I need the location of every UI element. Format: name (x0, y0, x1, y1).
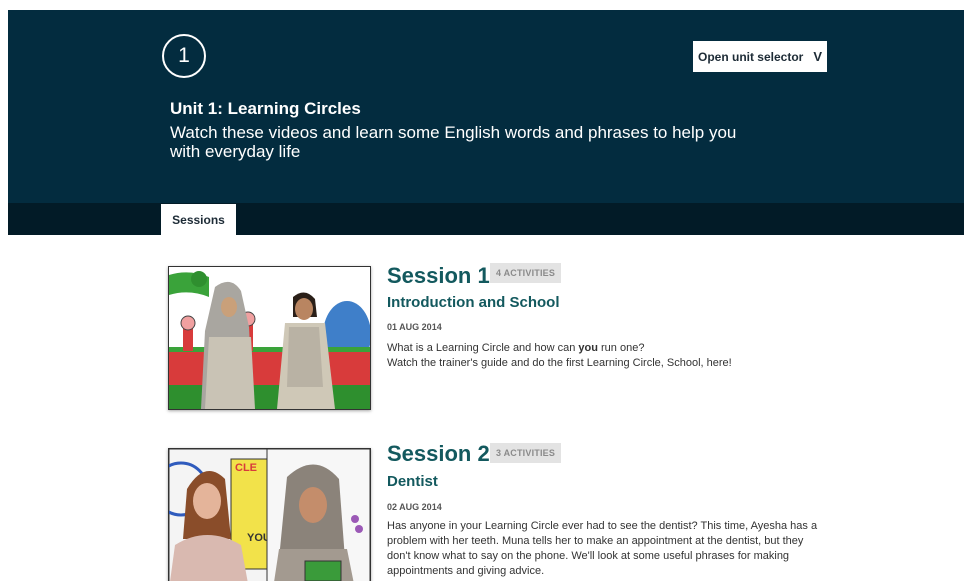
session-1-illustration (169, 267, 370, 409)
unit-description: Watch these videos and learn some Englis… (170, 123, 737, 161)
chevron-down-icon: V (813, 49, 823, 64)
open-unit-selector-button[interactable]: Open unit selector V (693, 41, 827, 72)
unit-number-badge: 1 (162, 34, 206, 78)
session-1-title[interactable]: Session 1 (387, 263, 490, 289)
unit-header (8, 10, 964, 203)
session-2-illustration: CLE YOU (169, 449, 370, 581)
session-1-activities-badge: 4 ACTIVITIES (490, 263, 562, 283)
session-2-date: 02 AUG 2014 (387, 502, 442, 512)
session-2-subtitle[interactable]: Dentist (387, 473, 438, 490)
session-1-desc-part2: run one? (597, 342, 645, 354)
unit-selector-label: Open unit selector (697, 49, 804, 64)
tab-bar (8, 203, 964, 235)
session-2-activities-badge: 3 ACTIVITIES (490, 443, 562, 463)
unit-number: 1 (178, 44, 190, 67)
session-1-subtitle[interactable]: Introduction and School (387, 294, 560, 311)
session-1-desc-part1: What is a Learning Circle and how can (387, 342, 579, 354)
session-2-description: Has anyone in your Learning Circle ever … (387, 520, 818, 577)
session-2-title[interactable]: Session 2 (387, 441, 490, 467)
session-1-thumbnail[interactable] (168, 266, 371, 410)
session-1-description: What is a Learning Circle and how can yo… (387, 341, 827, 371)
session-2-thumbnail[interactable]: CLE YOU (168, 448, 371, 581)
session-1-desc-line2: Watch the trainer's guide and do the fir… (387, 357, 732, 369)
sign-text-cle: CLE (235, 462, 257, 474)
session-1-date: 01 AUG 2014 (387, 322, 442, 332)
tab-sessions[interactable]: Sessions (161, 204, 236, 235)
tab-sessions-label: Sessions (172, 212, 225, 227)
unit-title: Unit 1: Learning Circles (170, 99, 361, 118)
session-1-desc-bold: you (578, 342, 598, 354)
page: 1 Unit 1: Learning Circles Watch these v… (0, 0, 964, 581)
